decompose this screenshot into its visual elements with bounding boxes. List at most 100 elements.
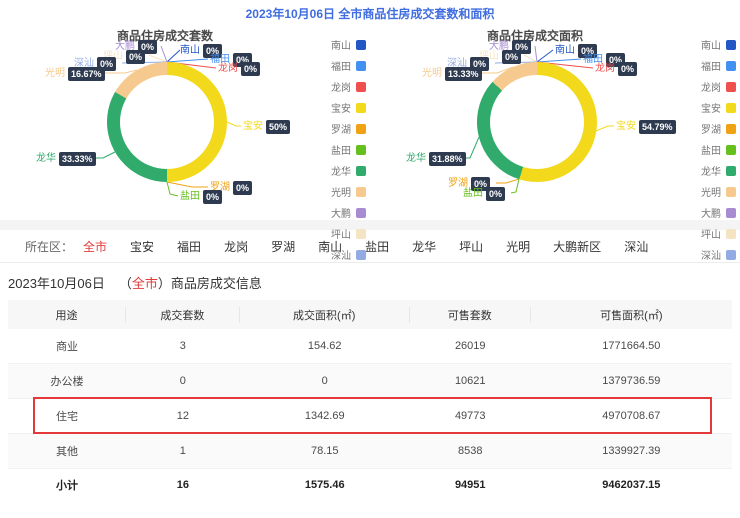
legend-label: 坪山 (331, 230, 351, 241)
footer-cell: 小计 (56, 479, 78, 492)
pie-label-value: 0% (203, 190, 223, 204)
table-cell: 8538 (457, 445, 483, 457)
legend-item-宝安[interactable]: 宝安 (331, 100, 366, 115)
legend-label: 龙岗 (331, 83, 351, 94)
legend-label: 盐田 (701, 146, 721, 157)
legend-swatch-icon (726, 249, 736, 260)
pie-label-name: 龙华 (406, 153, 426, 164)
legend-item-福田[interactable]: 福田 (701, 58, 736, 73)
district-filter-bar: 所在区： 全市 宝安 福田 龙岗 罗湖 南山 盐田 龙华 坪山 光明 大鹏新区 深汕 (0, 230, 740, 263)
pie-label-龙岗: 龙岗 0% (595, 62, 638, 76)
legend-label: 深汕 (331, 251, 351, 262)
district-filter-龙华[interactable]: 龙华 (412, 238, 436, 255)
legend-item-光明[interactable]: 光明 (701, 184, 736, 199)
table-cell: 其他 (56, 446, 78, 458)
legend-swatch-icon (356, 60, 366, 71)
legend-item-深汕[interactable]: 深汕 (701, 247, 736, 262)
legend-label: 盐田 (331, 146, 351, 157)
legend-label: 罗湖 (331, 125, 351, 136)
pie-label-name: 宝安 (243, 121, 263, 132)
legend-item-盐田[interactable]: 盐田 (331, 142, 366, 157)
district-filter-坪山[interactable]: 坪山 (459, 238, 483, 255)
legend-label: 光明 (701, 188, 721, 199)
legend-label: 福田 (701, 62, 721, 73)
legend-item-深汕[interactable]: 深汕 (331, 247, 366, 262)
legend-swatch-icon (356, 207, 366, 218)
pie-label-name: 南山 (555, 45, 575, 56)
section-suffix: 商品房成交信息 (170, 276, 262, 291)
pie-label-value: 31.88% (429, 152, 466, 166)
legend-item-罗湖[interactable]: 罗湖 (331, 121, 366, 136)
legend-swatch-icon (726, 39, 736, 50)
pie-label-name: 龙岗 (218, 63, 238, 74)
filter-label: 所在区： (25, 239, 74, 254)
district-filter-全市[interactable]: 全市 (83, 238, 107, 255)
pie-label-value: 54.79% (639, 120, 676, 134)
table-cell: 0 (179, 375, 186, 387)
pie-label-name: 盐田 (180, 191, 200, 202)
legend-item-坪山[interactable]: 坪山 (701, 226, 736, 241)
legend-item-龙华[interactable]: 龙华 (701, 163, 736, 178)
district-filter-盐田[interactable]: 盐田 (365, 238, 389, 255)
legend-swatch-icon (726, 81, 736, 92)
district-filter-大鹏新区[interactable]: 大鹏新区 (553, 238, 601, 255)
district-filter-宝安[interactable]: 宝安 (130, 238, 154, 255)
legend-item-大鹏[interactable]: 大鹏 (701, 205, 736, 220)
legend-item-福田[interactable]: 福田 (331, 58, 366, 73)
legend-label: 南山 (701, 41, 721, 52)
legend-item-罗湖[interactable]: 罗湖 (701, 121, 736, 136)
pie-label-value: 33.33% (59, 152, 96, 166)
chart-transaction-area: 商品住房成交面积 南山 0% 福田 0% 龙岗 0% 宝安 54.79% 罗湖 0% 盐田 0% 龙华 3… (370, 25, 740, 262)
table-row-商业: 商业 3 154.62 26019 1771664.50 (8, 329, 732, 364)
donut-ring (477, 62, 597, 182)
pie-label-value: 0% (126, 50, 146, 64)
chart-legend: 南山福田龙岗宝安罗湖盐田龙华光明大鹏坪山深汕 (701, 37, 736, 262)
legend-item-坪山[interactable]: 坪山 (331, 226, 366, 241)
legend-item-宝安[interactable]: 宝安 (701, 100, 736, 115)
legend-item-龙岗[interactable]: 龙岗 (701, 79, 736, 94)
donut-ring (107, 62, 227, 182)
legend-label: 龙华 (331, 167, 351, 178)
legend-swatch-icon (726, 228, 736, 239)
paren-open: （ (118, 276, 132, 291)
table-cell: 1379736.59 (602, 375, 661, 387)
legend-label: 光明 (331, 188, 351, 199)
district-filter-罗湖[interactable]: 罗湖 (271, 238, 295, 255)
header-cell: 可售面积(㎡) (600, 309, 663, 322)
district-filter-福田[interactable]: 福田 (177, 238, 201, 255)
pie-label-深汕: 深汕 0% (447, 57, 490, 71)
district-filter-龙岗[interactable]: 龙岗 (224, 238, 248, 255)
table-cell: 78.15 (310, 445, 339, 457)
footer-cell: 16 (176, 478, 189, 491)
table-cell: 1 (179, 445, 186, 457)
legend-swatch-icon (356, 81, 366, 92)
table-cell: 26019 (454, 340, 486, 352)
legend-swatch-icon (356, 39, 366, 50)
legend-item-光明[interactable]: 光明 (331, 184, 366, 199)
pie-label-name: 盐田 (463, 188, 483, 199)
district-filter-光明[interactable]: 光明 (506, 238, 530, 255)
legend-swatch-icon (356, 228, 366, 239)
legend-item-南山[interactable]: 南山 (701, 37, 736, 52)
legend-swatch-icon (356, 165, 366, 176)
legend-item-盐田[interactable]: 盐田 (701, 142, 736, 157)
chart-title: 商品住房成交面积 (486, 29, 583, 43)
legend-item-龙华[interactable]: 龙华 (331, 163, 366, 178)
legend-item-龙岗[interactable]: 龙岗 (331, 79, 366, 94)
legend-swatch-icon (726, 123, 736, 134)
pie-label-龙华: 龙华 33.33% (36, 152, 96, 166)
header-cell: 用途 (8, 306, 126, 323)
table-cell: 154.62 (307, 340, 342, 352)
section-scope: 全市 (131, 276, 158, 291)
pie-label-value: 0% (486, 187, 506, 201)
legend-item-南山[interactable]: 南山 (331, 37, 366, 52)
legend-item-大鹏[interactable]: 大鹏 (331, 205, 366, 220)
pie-label-name: 宝安 (616, 121, 636, 132)
pie-label-name: 深汕 (74, 58, 94, 69)
district-filter-深汕[interactable]: 深汕 (624, 238, 648, 255)
table-cell: 1339927.39 (602, 445, 661, 457)
transactions-table: 用途 成交套数 成交面积(㎡) 可售套数 可售面积(㎡) 商业 3 154.62 26019 1… (8, 300, 732, 500)
header-cell: 可售套数 (410, 306, 531, 323)
pie-label-value: 0% (241, 62, 261, 76)
legend-label: 大鹏 (331, 209, 351, 220)
